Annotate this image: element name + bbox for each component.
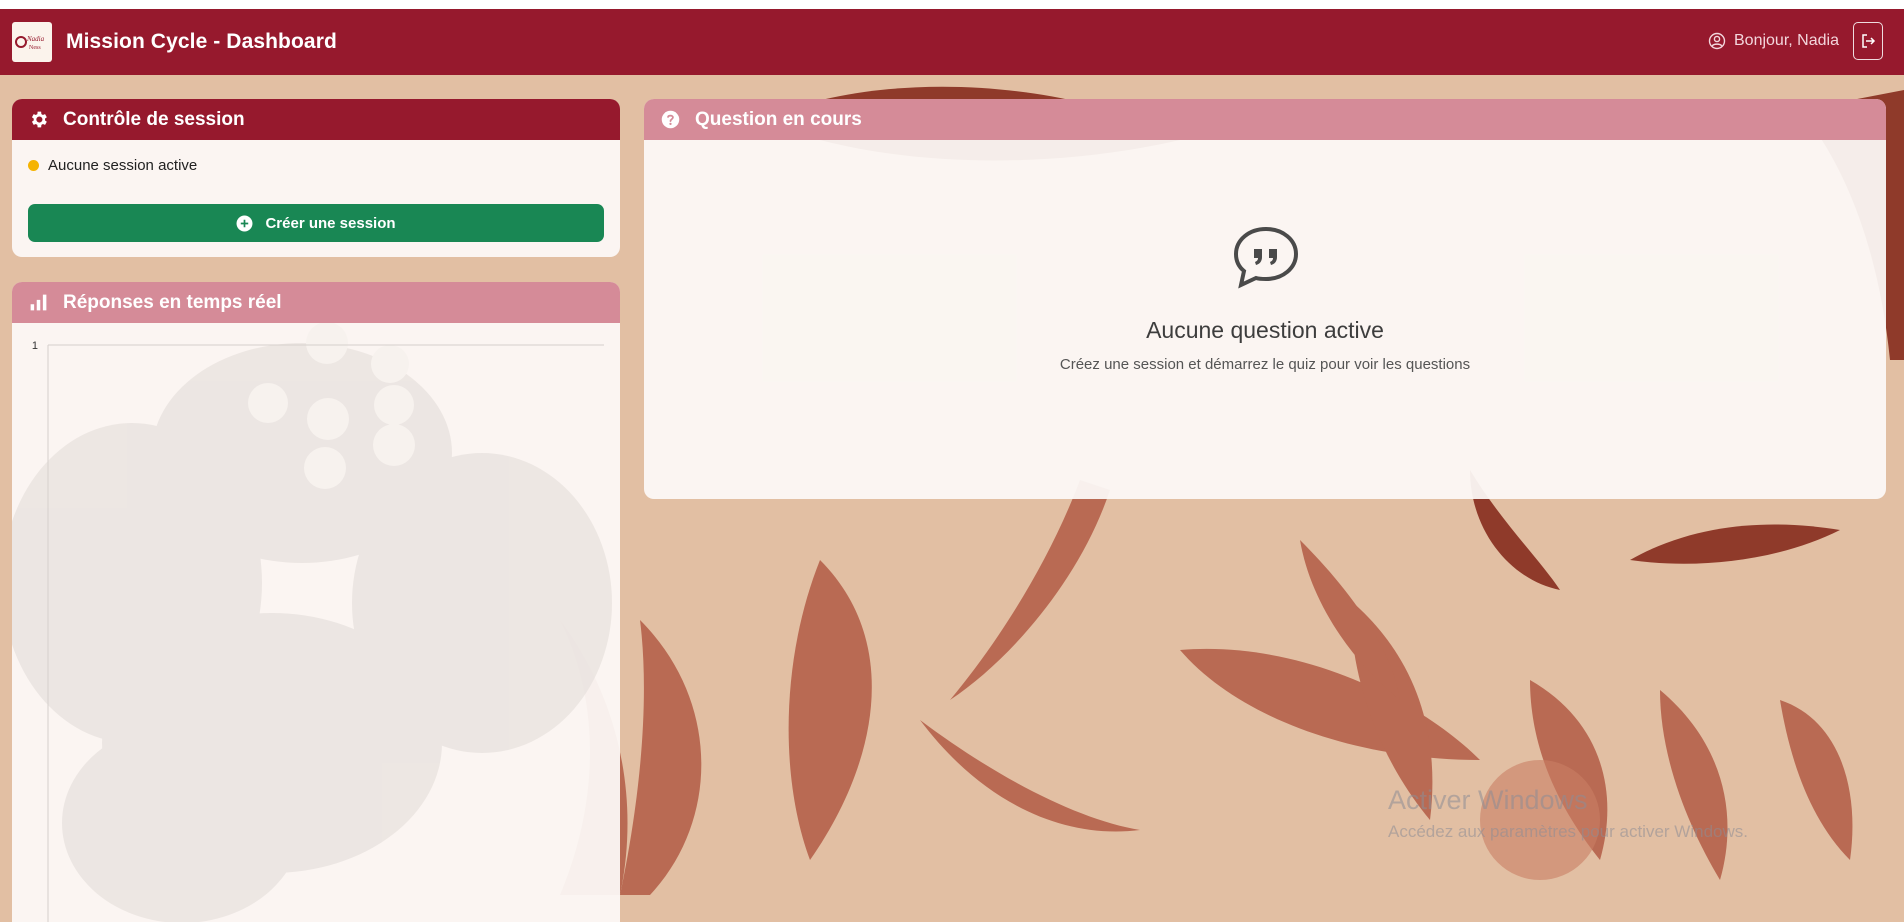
empty-question-subtitle: Créez une session et démarrez le quiz po… [1059,356,1471,373]
create-session-button[interactable]: Créer une session [28,204,604,242]
session-control-card: Contrôle de session Aucune session activ… [12,99,620,257]
empty-question-title: Aucune question active [1146,317,1384,343]
svg-text:Nadia: Nadia [26,35,45,43]
session-status: Aucune session active [28,157,197,174]
user-circle-icon [1708,32,1726,50]
responses-card-title: Réponses en temps réel [63,291,282,313]
watermark-title: Activer Windows [1388,785,1588,815]
svg-text:Ness: Ness [29,45,41,51]
logo-mark-icon: Nadia Ness [15,35,45,51]
empty-question-state: Aucune question active Créez une session… [644,140,1886,499]
question-card-title: Question en cours [695,108,862,130]
plus-circle-icon [237,215,253,231]
status-dot-icon [28,160,39,171]
question-card-header: Question en cours [644,99,1886,140]
current-question-card: Question en cours Aucune question active… [644,99,1886,499]
bar-chart-icon [30,294,47,311]
responses-card-header: Réponses en temps réel [12,282,620,323]
session-card-title: Contrôle de session [63,108,245,130]
responses-chart: 1 [12,322,620,922]
realtime-responses-card: Réponses en temps réel 1 [12,282,620,922]
question-circle-icon [661,110,680,129]
windows-activation-watermark: Activer Windows Accédez aux paramètres p… [1388,785,1748,842]
y-tick-label: 1 [32,340,38,352]
navbar: Nadia Ness Mission Cycle - Dashboard Bon… [0,9,1904,75]
session-status-text: Aucune session active [48,157,198,174]
chat-quote-icon [1233,226,1299,289]
top-strip [0,0,1904,9]
watermark-subtitle: Accédez aux paramètres pour activer Wind… [1388,822,1748,841]
gear-icon [31,111,47,128]
session-card-header: Contrôle de session [12,99,620,140]
user-greeting[interactable]: Bonjour, Nadia [1708,32,1839,50]
create-session-label: Créer une session [265,214,396,232]
logout-icon [1862,34,1876,48]
app-logo[interactable]: Nadia Ness [12,22,52,62]
app-title: Mission Cycle - Dashboard [66,30,337,53]
greeting-text: Bonjour, Nadia [1734,32,1839,49]
chart-canvas: 1 [12,322,612,922]
logout-button[interactable] [1853,22,1883,60]
